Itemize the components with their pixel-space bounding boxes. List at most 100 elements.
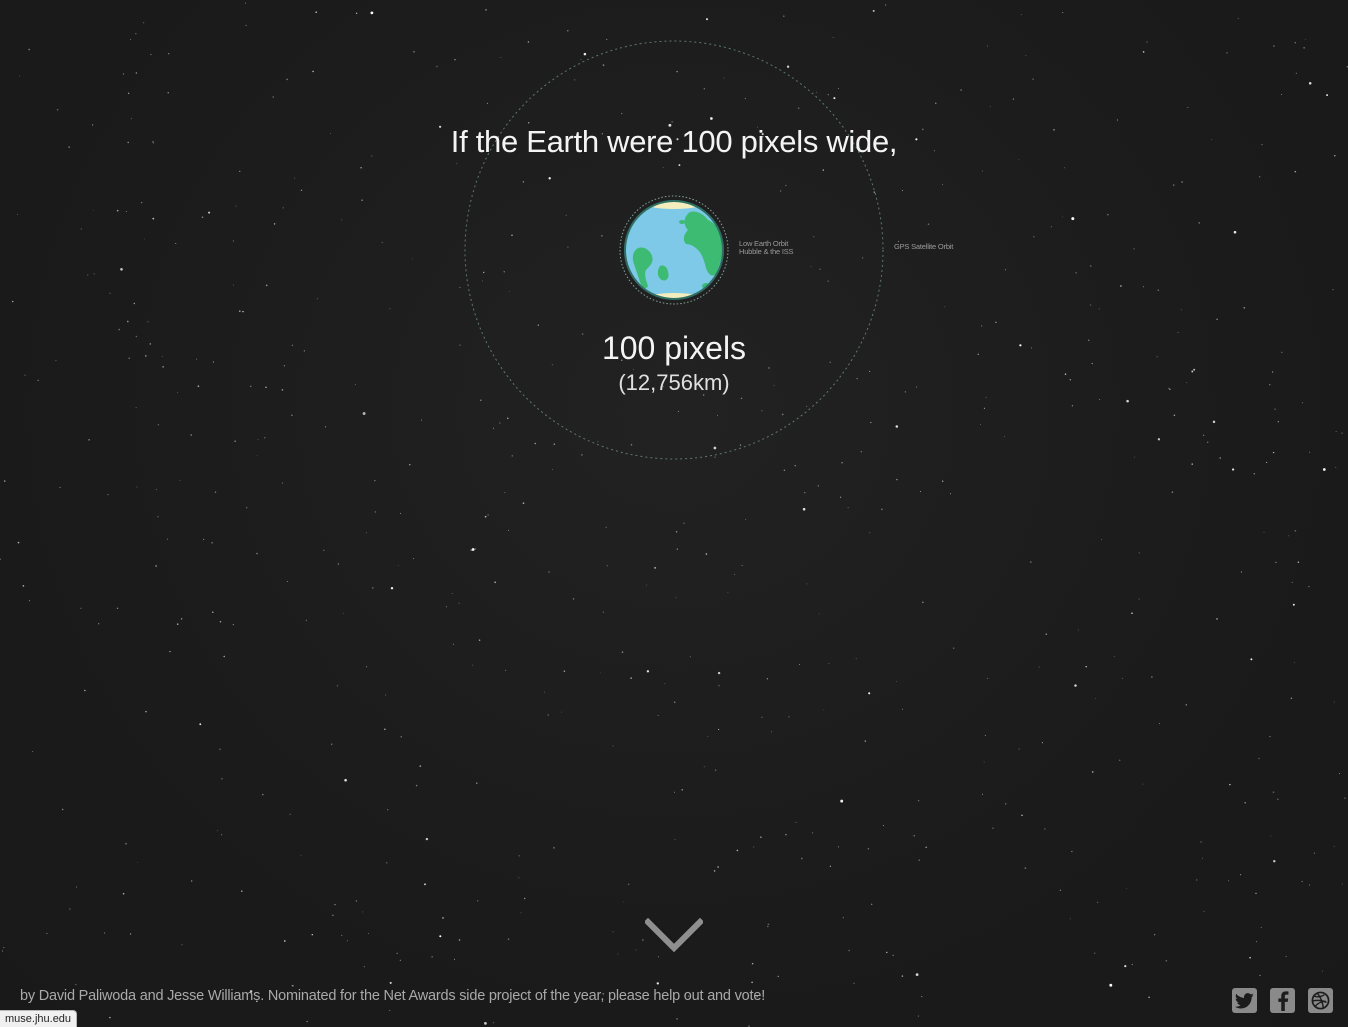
star <box>300 854 302 856</box>
star <box>482 280 484 282</box>
star <box>927 223 930 225</box>
star <box>1071 217 1075 221</box>
star <box>281 482 283 484</box>
star <box>678 164 681 167</box>
star <box>28 600 30 602</box>
star <box>804 492 806 494</box>
facebook-button[interactable] <box>1270 988 1295 1013</box>
star <box>548 571 550 573</box>
star <box>1171 491 1174 493</box>
star <box>635 949 637 951</box>
star <box>168 53 170 55</box>
star <box>1270 835 1272 837</box>
star <box>751 962 754 965</box>
star <box>1258 757 1260 760</box>
star <box>355 12 358 14</box>
star <box>1226 52 1228 54</box>
star <box>396 952 398 954</box>
star <box>869 532 871 534</box>
star <box>777 975 779 978</box>
star <box>476 782 478 784</box>
star <box>800 857 803 860</box>
star <box>507 417 509 420</box>
star <box>220 834 223 836</box>
star <box>93 273 95 275</box>
star <box>1277 421 1279 423</box>
star <box>155 488 158 491</box>
star <box>1326 94 1329 97</box>
star <box>1033 236 1035 238</box>
star <box>799 664 801 666</box>
star <box>901 190 903 192</box>
star <box>882 825 884 827</box>
star <box>551 468 553 470</box>
star <box>815 91 817 93</box>
star <box>286 581 288 582</box>
dribbble-button[interactable] <box>1308 988 1333 1013</box>
star <box>902 708 904 710</box>
star <box>922 601 924 604</box>
footer-credit-link[interactable]: by David Paliwoda and Jesse Williams. No… <box>20 988 765 1004</box>
star <box>832 36 834 38</box>
star <box>823 709 825 711</box>
star <box>925 846 928 849</box>
star <box>152 217 155 220</box>
star <box>1094 952 1096 954</box>
star <box>305 619 307 621</box>
star <box>621 112 623 115</box>
star <box>1227 880 1230 882</box>
star <box>126 320 129 323</box>
star <box>442 917 444 919</box>
star <box>1029 561 1032 563</box>
star <box>1109 983 1113 987</box>
star <box>289 813 291 815</box>
star <box>411 258 413 260</box>
star <box>211 542 213 544</box>
star <box>1249 956 1251 959</box>
star <box>1118 759 1121 762</box>
star <box>445 606 447 608</box>
star <box>543 691 546 693</box>
star <box>1142 51 1145 53</box>
star <box>676 1018 678 1020</box>
star <box>960 89 962 91</box>
star <box>1219 457 1221 459</box>
star <box>454 958 455 960</box>
star <box>885 4 887 6</box>
star <box>1069 918 1071 920</box>
star <box>365 532 367 534</box>
star <box>32 750 34 753</box>
star <box>1032 78 1034 80</box>
star <box>235 205 237 207</box>
star <box>689 656 691 658</box>
star <box>80 228 82 230</box>
star <box>1309 451 1311 453</box>
star <box>921 996 923 998</box>
star <box>1256 941 1258 943</box>
star <box>574 79 576 81</box>
star <box>492 1022 494 1024</box>
twitter-button[interactable] <box>1232 988 1257 1013</box>
star <box>710 117 713 120</box>
star <box>760 836 762 838</box>
star <box>84 689 86 692</box>
star <box>548 177 551 180</box>
star <box>56 108 59 111</box>
star <box>509 290 511 292</box>
star <box>389 308 391 310</box>
star <box>1275 561 1277 564</box>
star <box>627 883 630 886</box>
star <box>155 565 157 567</box>
star <box>46 932 48 934</box>
star <box>330 743 333 745</box>
star <box>766 678 769 680</box>
star <box>917 800 920 802</box>
star <box>606 39 608 41</box>
star <box>717 414 718 416</box>
star <box>871 903 873 905</box>
star <box>802 507 806 511</box>
star <box>360 166 362 169</box>
star <box>179 479 181 481</box>
star <box>1075 272 1077 274</box>
scroll-down-button[interactable] <box>643 917 705 954</box>
